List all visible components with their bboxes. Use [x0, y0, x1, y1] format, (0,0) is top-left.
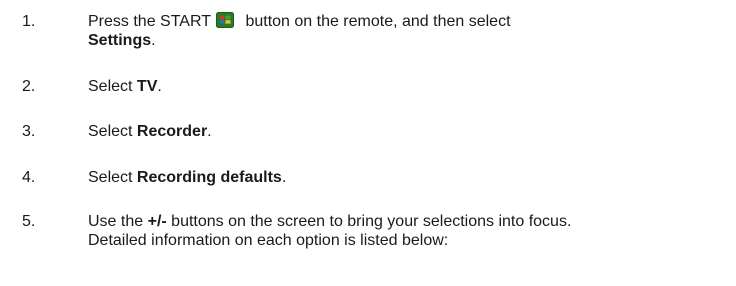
tv-label: TV	[136, 78, 158, 95]
step-prefix: Select	[88, 169, 137, 186]
step-number: 5.	[22, 213, 36, 230]
step-text-start: Press the START	[88, 13, 211, 30]
step-suffix: .	[157, 78, 162, 95]
recording-defaults-label: Recording defaults	[136, 169, 282, 186]
start-button-icon	[216, 12, 234, 28]
step-prefix: Select	[88, 123, 137, 140]
step-number: 4.	[22, 169, 36, 186]
step-text: Select TV.	[88, 77, 728, 96]
step-text-line1: buttons on the screen to bring your sele…	[166, 213, 572, 230]
step-suffix: .	[281, 169, 287, 186]
plus-minus-label: +/-	[147, 213, 167, 230]
step-number: 3.	[22, 123, 36, 140]
step-number: 2.	[22, 78, 36, 95]
step-text: Press the START button on the remote, an…	[88, 12, 728, 50]
step-suffix: .	[207, 123, 212, 140]
step-text-end: button on the remote, and then select	[241, 13, 511, 30]
step-text: Select Recorder.	[88, 122, 728, 141]
settings-label: Settings	[88, 32, 152, 49]
step-prefix: Use the	[88, 213, 148, 230]
recorder-label: Recorder	[136, 123, 208, 140]
step-suffix: .	[151, 32, 156, 49]
step-prefix: Select	[88, 78, 137, 95]
step-text: Use the +/- buttons on the screen to bri…	[88, 212, 728, 250]
step-text: Select Recording defaults.	[88, 168, 728, 187]
step-text-line2: Detailed information on each option is l…	[88, 232, 449, 249]
step-number: 1.	[22, 13, 36, 30]
instructions-document: 1. Press the START button on the remote,…	[0, 0, 736, 286]
